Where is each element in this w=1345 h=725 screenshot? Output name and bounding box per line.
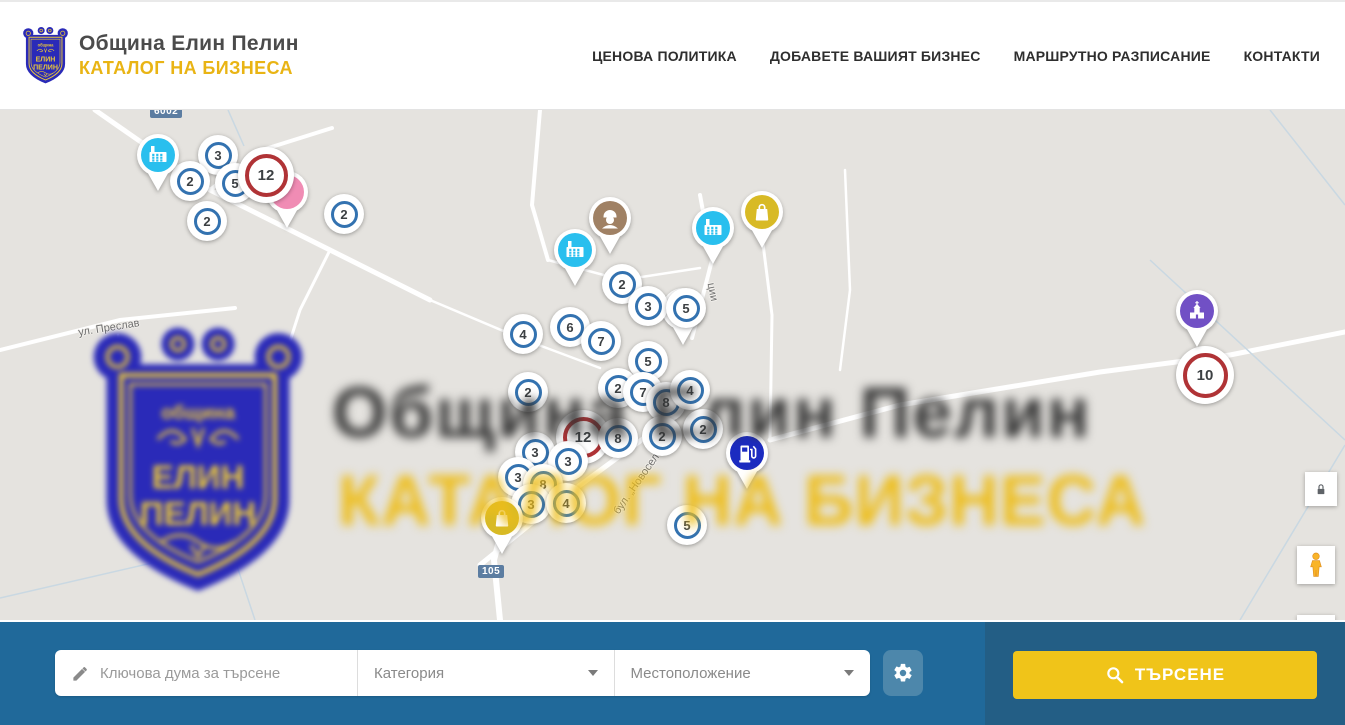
search-bar: Категория Местоположение Т (0, 622, 1345, 725)
map-pin-fuel[interactable] (724, 431, 770, 491)
keyword-input[interactable] (100, 665, 345, 682)
main-nav: ЦЕНОВА ПОЛИТИКА ДОБАВЕТЕ ВАШИЯТ БИЗНЕС МАР… (592, 48, 1320, 64)
map-pin-bag[interactable] (739, 190, 785, 250)
advanced-settings-button[interactable] (883, 650, 923, 696)
search-bar-right: ТЪРСЕНЕ (985, 622, 1345, 725)
map-canvas[interactable]: ул. Преславбул. „Новоселции6002105 (0, 110, 1345, 620)
header: община ЕЛИН ПЕЛИН Община Елин Пелин КАТА… (0, 2, 1345, 110)
search-button-label: ТЪРСЕНЕ (1135, 665, 1225, 685)
map-cluster-marker[interactable]: 4 (503, 314, 543, 354)
crest-text-obshtina: община (38, 42, 55, 47)
site-subtitle: КАТАЛОГ НА БИЗНЕСА (79, 58, 299, 79)
zoom-in-button[interactable]: + (1297, 615, 1335, 620)
site-title: Община Елин Пелин (79, 32, 299, 56)
category-select[interactable]: Категория (357, 650, 614, 696)
search-fields: Категория Местоположение (55, 650, 870, 696)
map-cluster-marker[interactable]: 5 (666, 288, 706, 328)
chevron-down-icon (844, 670, 854, 676)
road-shield-label: 6002 (150, 110, 182, 118)
map-pin-factory[interactable] (135, 133, 181, 193)
road-shield-label: 105 (478, 565, 504, 578)
map-cluster-marker[interactable]: 4 (546, 483, 586, 523)
map-cluster-marker[interactable]: 2 (508, 372, 548, 412)
category-value: Категория (374, 665, 444, 682)
map-cluster-marker[interactable]: 12 (238, 147, 294, 203)
location-select[interactable]: Местоположение (614, 650, 871, 696)
municipality-crest-icon: община ЕЛИН ПЕЛИН (22, 26, 69, 86)
map-cluster-marker[interactable]: 8 (598, 418, 638, 458)
crest-text-pelin: ПЕЛИН (33, 64, 58, 71)
lock-icon (1313, 481, 1329, 498)
nav-item-contacts[interactable]: КОНТАКТИ (1244, 48, 1320, 64)
nav-item-add-business[interactable]: ДОБАВЕТЕ ВАШИЯТ БИЗНЕС (770, 48, 981, 64)
pegman-button[interactable] (1297, 546, 1335, 584)
map-pin-factory[interactable] (690, 206, 736, 266)
map-pin-worker[interactable] (587, 196, 633, 256)
map-cluster-marker[interactable]: 2 (187, 201, 227, 241)
nav-item-route-schedule[interactable]: МАРШРУТНО РАЗПИСАНИЕ (1014, 48, 1211, 64)
location-value: Местоположение (631, 665, 751, 682)
pencil-icon (71, 664, 90, 683)
map-cluster-marker[interactable]: 4 (670, 370, 710, 410)
map-pin-church[interactable] (1174, 289, 1220, 349)
pegman-icon (1305, 552, 1327, 578)
brand-logo[interactable]: община ЕЛИН ПЕЛИН Община Елин Пелин КАТА… (22, 26, 299, 86)
map-pin-bag[interactable] (479, 496, 525, 556)
map-cluster-marker[interactable]: 2 (324, 194, 364, 234)
map-cluster-marker[interactable]: 10 (1176, 346, 1234, 404)
search-icon (1105, 665, 1125, 685)
chevron-down-icon (588, 670, 598, 676)
map-cluster-marker[interactable]: 7 (581, 321, 621, 361)
page: община ЕЛИН ПЕЛИН Община Елин Пелин КАТА… (0, 0, 1345, 725)
search-bar-left: Категория Местоположение (0, 622, 985, 725)
crest-text-elin: ЕЛИН (36, 56, 56, 63)
gear-icon (892, 662, 914, 684)
map-cluster-marker[interactable]: 2 (683, 409, 723, 449)
keyword-field[interactable] (55, 650, 357, 696)
search-button[interactable]: ТЪРСЕНЕ (1013, 651, 1317, 699)
lock-button[interactable] (1305, 472, 1337, 506)
map-cluster-marker[interactable]: 5 (667, 505, 707, 545)
map-cluster-marker[interactable]: 2 (642, 416, 682, 456)
zoom-control: + − (1297, 615, 1335, 620)
map-cluster-marker[interactable]: 3 (628, 286, 668, 326)
nav-item-pricing[interactable]: ЦЕНОВА ПОЛИТИКА (592, 48, 737, 64)
